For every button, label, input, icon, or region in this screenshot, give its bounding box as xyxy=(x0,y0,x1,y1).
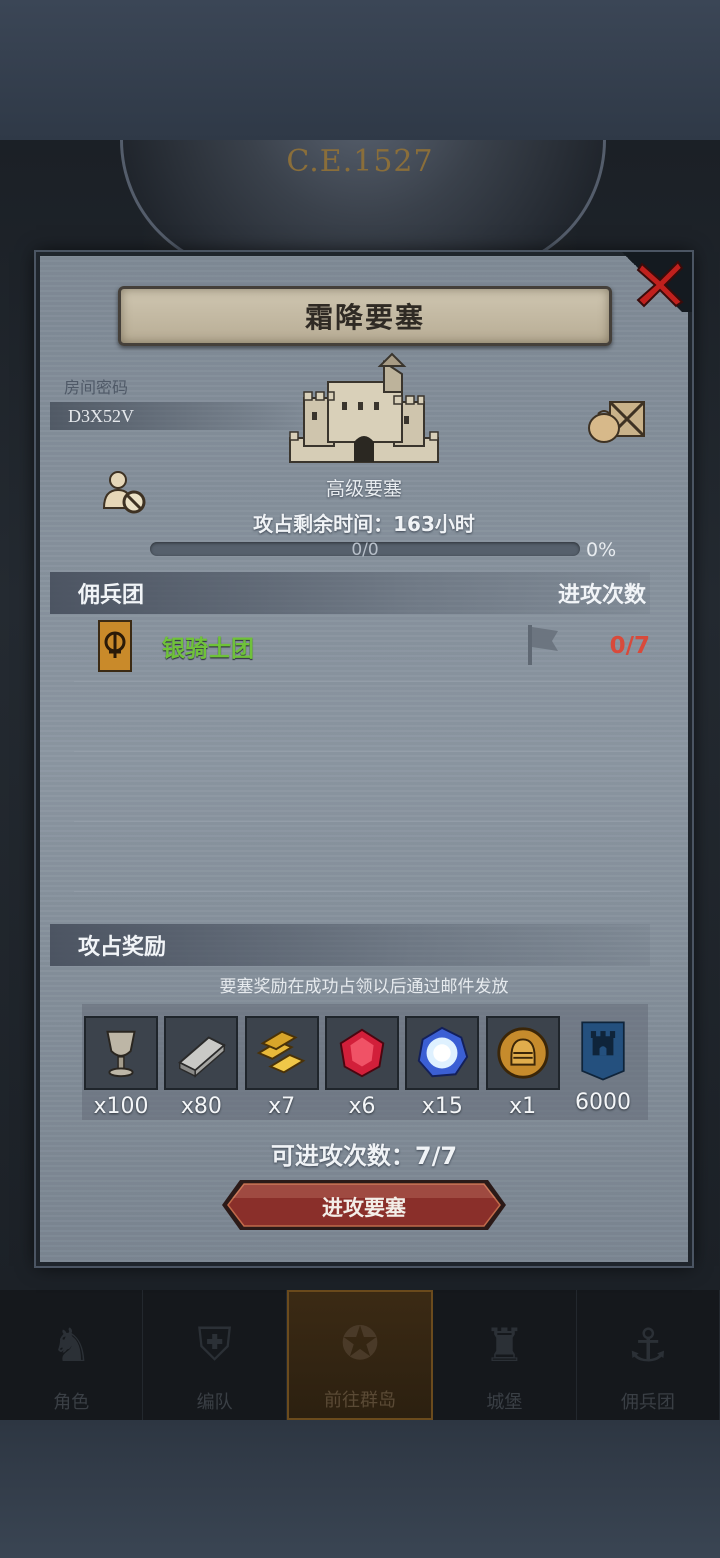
knight-icon: ♞ xyxy=(50,1318,92,1372)
progress-text: 0/0 xyxy=(351,540,379,560)
mercenary-header: 佣兵团 xyxy=(78,583,145,608)
iron-ingot-icon xyxy=(164,1016,239,1090)
castle-icon: ♜ xyxy=(483,1318,526,1372)
reward-item[interactable]: x100 xyxy=(84,1016,158,1120)
nav-item-islands[interactable]: ✪ 前往群岛 xyxy=(286,1290,434,1420)
ship-icon: ⚓ xyxy=(627,1318,669,1372)
attack-fortress-button[interactable]: 进攻要塞 xyxy=(220,1178,508,1232)
title-plate: 霜降要塞 xyxy=(118,286,612,346)
room-code-value[interactable]: D3X52V xyxy=(50,402,318,430)
fortress-banner-icon xyxy=(568,1016,638,1086)
nav-label: 前往群岛 xyxy=(324,1390,397,1411)
reward-item[interactable]: x6 xyxy=(324,1016,399,1120)
armor-icon: ⛨ xyxy=(197,1317,232,1371)
nav-label: 编队 xyxy=(196,1392,233,1413)
reward-item[interactable]: x7 xyxy=(244,1016,319,1120)
compass-map-icon: ✪ xyxy=(340,1316,380,1370)
era-label: C.E.1527 xyxy=(286,144,434,179)
ruby-gem-icon xyxy=(324,1016,399,1090)
nav-label: 城堡 xyxy=(486,1392,523,1413)
reward-quantity: 6000 xyxy=(574,1090,631,1115)
fortress-castle-icon xyxy=(289,352,439,463)
progress-percent: 0% xyxy=(586,539,617,561)
room-code-label: 房间密码 xyxy=(64,378,129,397)
nav-item-character[interactable]: ♞ 角色 xyxy=(0,1290,144,1420)
capture-time-left: 攻占剩余时间：163小时 xyxy=(253,512,475,536)
mercenary-attack-count: 0/7 xyxy=(609,633,650,659)
list-item xyxy=(74,752,650,822)
reward-quantity: x6 xyxy=(348,1094,376,1119)
nav-label: 角色 xyxy=(53,1392,90,1413)
list-item[interactable]: 银骑士团 0/7 xyxy=(74,611,650,682)
supply-bag-crate-icon[interactable] xyxy=(586,396,648,444)
nav-item-mercenary[interactable]: ⚓ 佣兵团 xyxy=(577,1290,720,1420)
knight-helmet-medal-icon xyxy=(485,1016,560,1090)
modal-title: 霜降要塞 xyxy=(304,301,425,334)
mercenary-list: 银骑士团 0/7 xyxy=(74,611,650,892)
reward-item[interactable]: 6000 xyxy=(566,1016,640,1120)
fortress-type: 高级要塞 xyxy=(325,478,402,500)
reward-note: 要塞奖励在成功占领以后通过邮件发放 xyxy=(219,977,509,997)
fortress-modal: 霜降要塞 房间密码 D3X52V 高级要塞 攻占剩余时间：163小时 0/0 0… xyxy=(36,252,692,1266)
close-button[interactable] xyxy=(632,256,688,312)
gold-bars-icon xyxy=(244,1016,319,1090)
mercenary-section-header: 佣兵团 进攻次数 xyxy=(50,572,650,614)
reward-quantity: x15 xyxy=(421,1094,463,1119)
reward-quantity: x1 xyxy=(509,1094,537,1119)
reward-section-header: 攻占奖励 xyxy=(50,924,650,966)
reward-quantity: x80 xyxy=(180,1094,222,1119)
mercenary-name: 银骑士团 xyxy=(162,636,254,662)
top-background xyxy=(0,0,720,140)
reward-quantity: x7 xyxy=(268,1094,296,1119)
reward-list: x100 x80 x7 x6 x15 x1 6000 xyxy=(82,1004,648,1120)
nav-label: 佣兵团 xyxy=(620,1392,675,1413)
flag-icon xyxy=(528,625,558,665)
list-item xyxy=(74,682,650,752)
nav-item-formation[interactable]: ⛨ 编队 xyxy=(143,1290,287,1420)
reward-header: 攻占奖励 xyxy=(78,935,167,960)
mercenary-emblem-icon xyxy=(98,620,132,672)
list-item xyxy=(74,822,650,892)
reward-item[interactable]: x80 xyxy=(164,1016,239,1120)
reward-item[interactable]: x15 xyxy=(405,1016,480,1120)
bottom-background xyxy=(0,1420,720,1558)
reward-quantity: x100 xyxy=(93,1094,149,1119)
attack-button-label: 进攻要塞 xyxy=(322,1196,406,1220)
attack-count-header: 进攻次数 xyxy=(557,583,646,608)
attacks-available: 可进攻次数：7/7 xyxy=(270,1142,458,1170)
crystal-orb-icon xyxy=(405,1016,480,1090)
close-icon xyxy=(636,260,684,308)
reward-item[interactable]: x1 xyxy=(485,1016,560,1120)
goblet-icon xyxy=(84,1016,158,1090)
bottom-nav: ♞ 角色 ⛨ 编队 ✪ 前往群岛 ♜ 城堡 ⚓ 佣兵团 xyxy=(0,1290,720,1420)
nav-item-castle[interactable]: ♜ 城堡 xyxy=(433,1290,577,1420)
